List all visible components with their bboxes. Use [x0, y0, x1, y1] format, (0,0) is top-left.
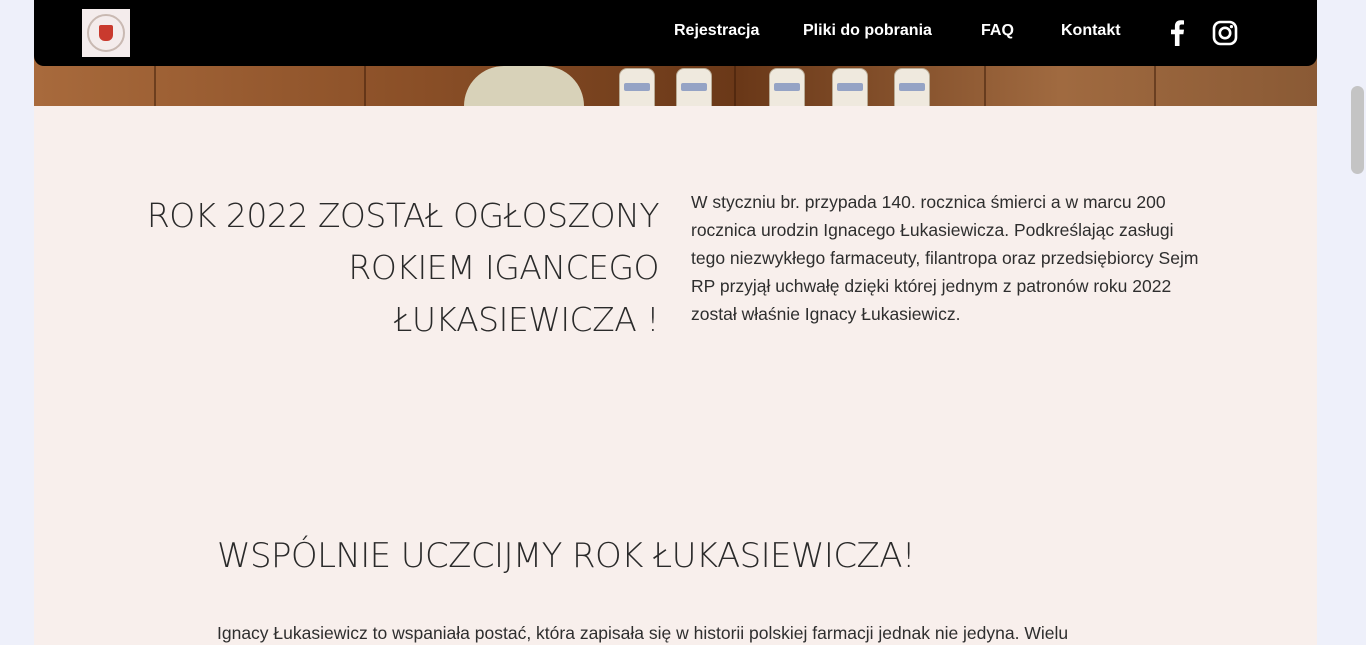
apothecary-jar [894, 68, 930, 106]
section-title: WSPÓLNIE UCZCIJMY ROK ŁUKASIEWICZA! [217, 536, 915, 576]
apothecary-jar [619, 68, 655, 106]
scrollbar-thumb[interactable] [1351, 86, 1364, 174]
nav-link-pliki[interactable]: Pliki do pobrania [803, 22, 932, 40]
section-body-text: Ignacy Łukasiewicz to wspaniała postać, … [217, 623, 1069, 643]
nav-menu: Rejestracja Pliki do pobrania FAQ Kontak… [34, 0, 1317, 66]
nav-link-kontakt[interactable]: Kontakt [1061, 22, 1121, 40]
instagram-icon[interactable] [1211, 19, 1239, 47]
nav-link-faq[interactable]: FAQ [981, 22, 1014, 40]
top-navbar: Rejestracja Pliki do pobrania FAQ Kontak… [34, 0, 1317, 66]
nav-link-rejestracja[interactable]: Rejestracja [674, 22, 759, 40]
facebook-icon[interactable] [1163, 19, 1191, 47]
apothecary-jar [769, 68, 805, 106]
hero-intro-text: W styczniu br. przypada 140. rocznica śm… [691, 192, 1199, 324]
hero-headline: ROK 2022 ZOSTAŁ OGŁOSZONY ROKIEM IGANCEG… [146, 196, 660, 339]
vase-shape [464, 66, 584, 106]
apothecary-jar [676, 68, 712, 106]
page-scrollbar[interactable] [1349, 0, 1366, 645]
apothecary-jar [832, 68, 868, 106]
website: Rejestracja Pliki do pobrania FAQ Kontak… [34, 0, 1317, 645]
